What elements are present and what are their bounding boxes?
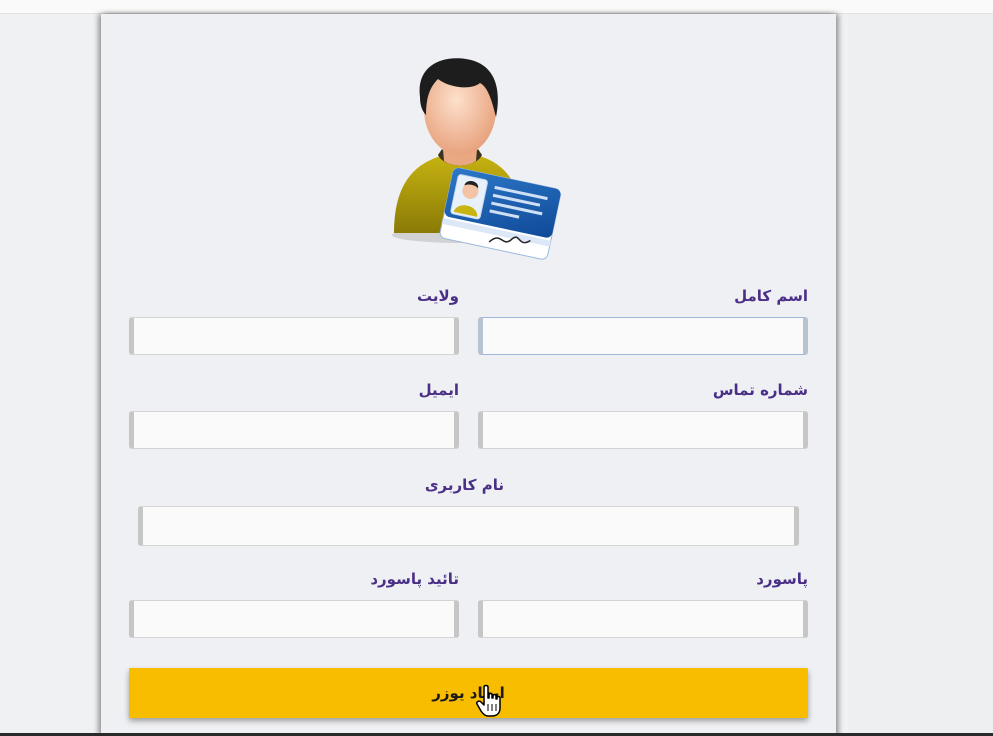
- user-id-card-icon: [392, 58, 561, 260]
- username-label: نام کاربری: [424, 476, 504, 494]
- page-background-right: [848, 14, 993, 736]
- full-name-input[interactable]: [478, 317, 808, 355]
- phone-label: شماره تماس: [712, 381, 808, 399]
- hand-pointer-icon: [476, 684, 501, 717]
- confirm-password-input[interactable]: [129, 600, 459, 638]
- email-input[interactable]: [129, 411, 459, 449]
- password-label: پاسورد: [756, 570, 808, 588]
- full-name-label: اسم کامل: [734, 287, 808, 305]
- create-user-button[interactable]: ایجاد یوزر: [129, 668, 808, 718]
- confirm-password-label: تائید پاسورد: [370, 570, 459, 588]
- province-input[interactable]: [129, 317, 459, 355]
- email-label: ایمیل: [418, 381, 459, 399]
- phone-input[interactable]: [478, 411, 808, 449]
- browser-top-bar: [0, 0, 993, 14]
- province-label: ولایت: [416, 287, 459, 305]
- username-input[interactable]: [138, 506, 799, 546]
- password-input[interactable]: [478, 600, 808, 638]
